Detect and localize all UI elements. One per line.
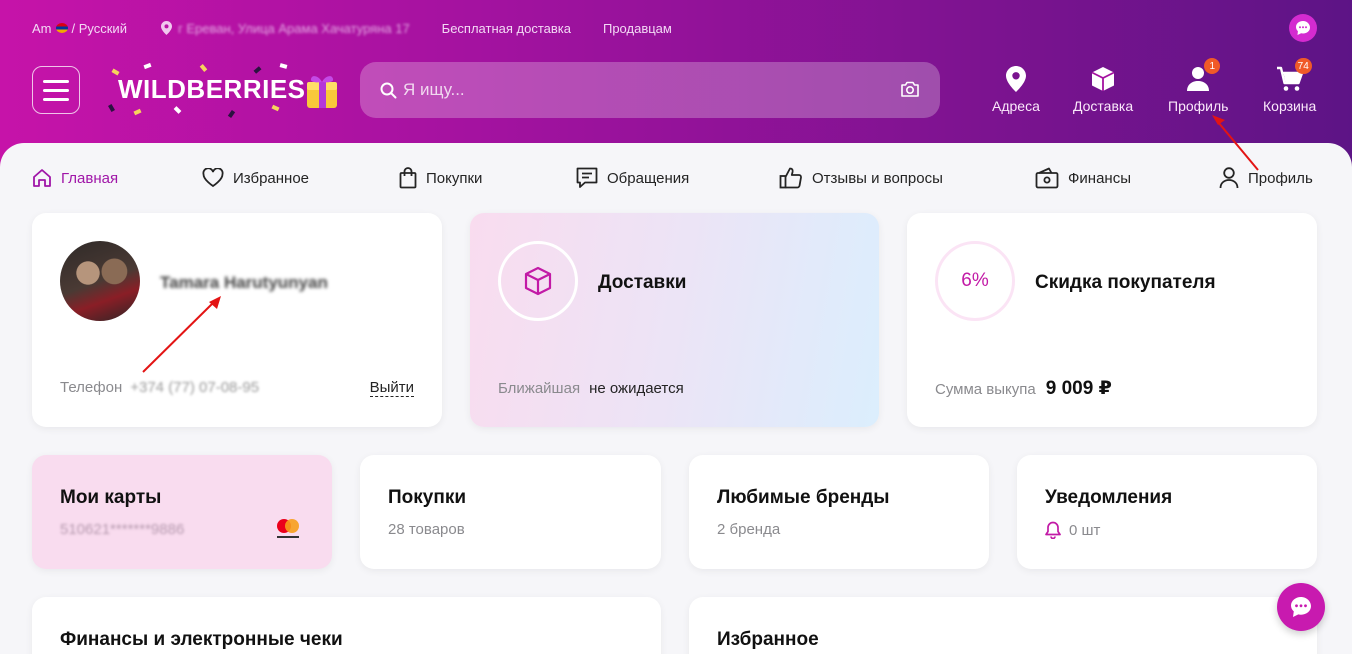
chat-button[interactable] <box>1277 583 1325 631</box>
annotation-arrows <box>142 115 1259 373</box>
chat-bubble-icon <box>1291 597 1311 617</box>
red-arrow <box>1212 115 1259 171</box>
red-arrow <box>142 296 221 373</box>
